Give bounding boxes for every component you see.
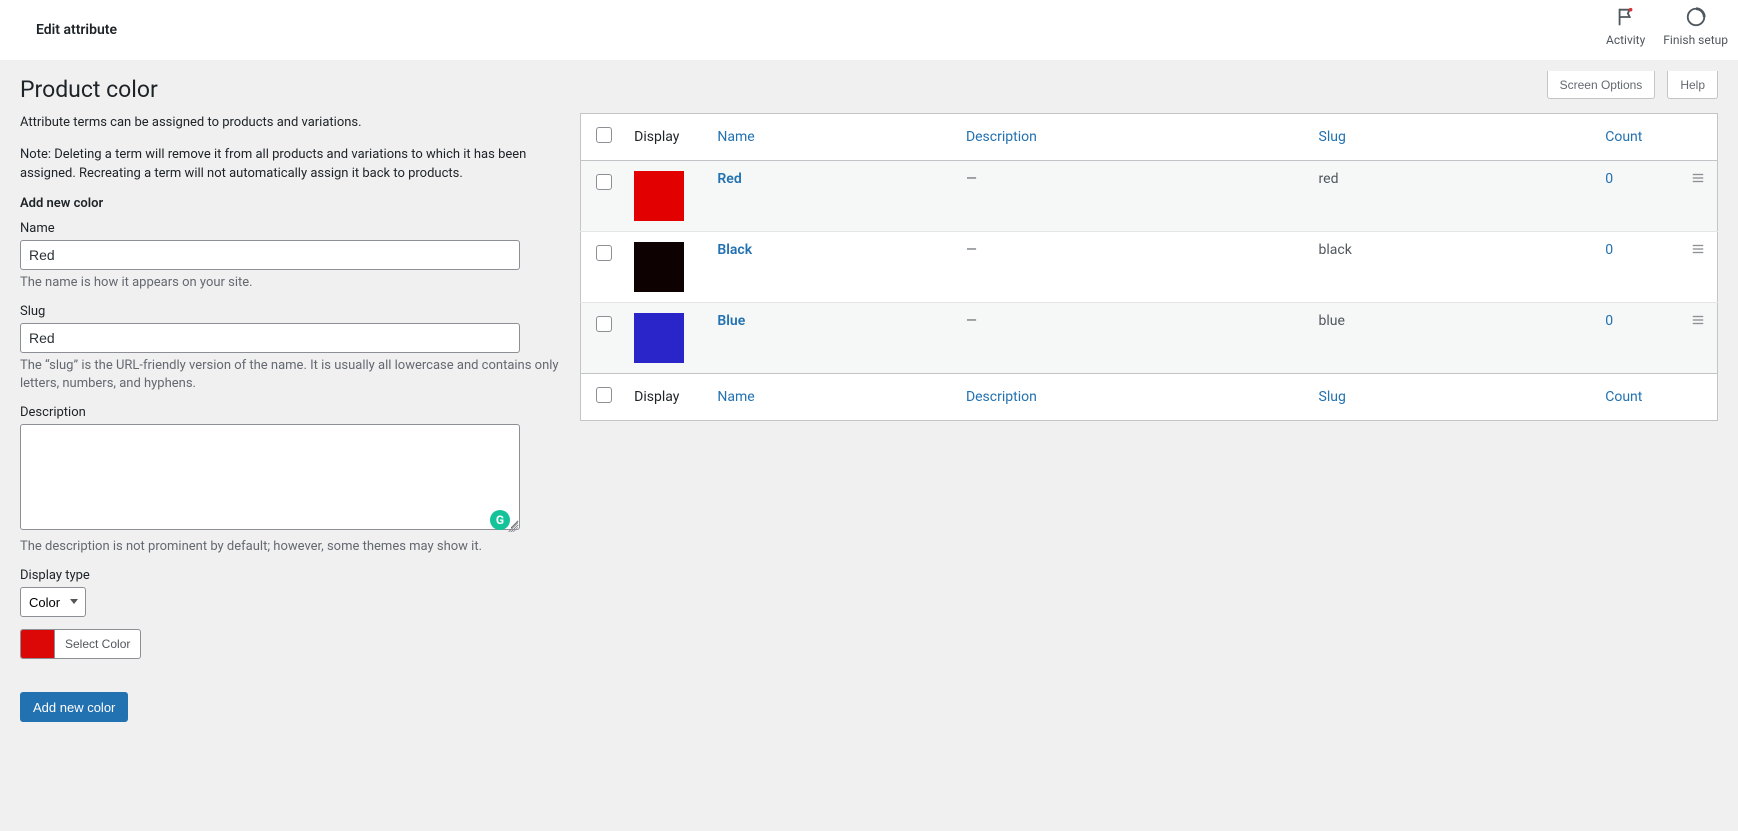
display-type-select[interactable]: Color bbox=[20, 587, 86, 617]
term-description: — bbox=[958, 303, 1311, 374]
display-type-label: Display type bbox=[20, 568, 560, 583]
finish-setup-button[interactable]: Finish setup bbox=[1663, 6, 1728, 47]
clock-icon bbox=[1685, 6, 1707, 31]
screen-meta-links: Screen Options Help bbox=[1547, 71, 1718, 99]
top-actions: Activity Finish setup bbox=[1606, 0, 1728, 60]
term-description: — bbox=[958, 232, 1311, 303]
terms-table-column: Display Name Description Slug Count Red —… bbox=[580, 113, 1718, 421]
th-name[interactable]: Name bbox=[709, 114, 958, 161]
add-new-color-button[interactable]: Add new color bbox=[20, 692, 128, 722]
row-checkbox[interactable] bbox=[596, 316, 612, 332]
th-slug[interactable]: Slug bbox=[1311, 114, 1598, 161]
name-label: Name bbox=[20, 221, 560, 236]
tf-slug[interactable]: Slug bbox=[1311, 374, 1598, 421]
tf-display: Display bbox=[626, 374, 709, 421]
term-slug: blue bbox=[1311, 303, 1598, 374]
tf-count[interactable]: Count bbox=[1597, 374, 1678, 421]
activity-button[interactable]: Activity bbox=[1606, 6, 1645, 47]
color-swatch-icon bbox=[634, 171, 684, 221]
select-color-button[interactable]: Select Color bbox=[55, 630, 140, 658]
tf-name[interactable]: Name bbox=[709, 374, 958, 421]
table-row: Red —red 0 bbox=[581, 161, 1718, 232]
finish-setup-label: Finish setup bbox=[1663, 33, 1728, 47]
field-display-type: Display type Color bbox=[20, 568, 560, 617]
table-row: Black —black 0 bbox=[581, 232, 1718, 303]
flag-icon bbox=[1615, 6, 1637, 31]
term-slug: black bbox=[1311, 232, 1598, 303]
help-button[interactable]: Help bbox=[1667, 71, 1718, 99]
main-wrap: Screen Options Help Product color Attrib… bbox=[0, 76, 1738, 742]
row-checkbox[interactable] bbox=[596, 174, 612, 190]
term-count-link[interactable]: 0 bbox=[1605, 171, 1613, 187]
name-input[interactable] bbox=[20, 240, 520, 270]
term-name-link[interactable]: Red bbox=[717, 171, 741, 187]
tf-description[interactable]: Description bbox=[958, 374, 1311, 421]
page-title: Product color bbox=[20, 76, 1718, 103]
field-name: Name The name is how it appears on your … bbox=[20, 221, 560, 292]
color-swatch-icon bbox=[21, 630, 55, 658]
color-swatch-icon bbox=[634, 242, 684, 292]
form-column: Attribute terms can be assigned to produ… bbox=[20, 113, 560, 722]
color-picker[interactable]: Select Color bbox=[20, 629, 141, 659]
drag-handle-icon[interactable] bbox=[1691, 315, 1705, 331]
select-all-checkbox-bottom[interactable] bbox=[596, 387, 612, 403]
field-description: Description G The description is not pro… bbox=[20, 405, 560, 556]
description-help: The description is not prominent by defa… bbox=[20, 538, 560, 556]
terms-table: Display Name Description Slug Count Red —… bbox=[580, 113, 1718, 421]
th-description[interactable]: Description bbox=[958, 114, 1311, 161]
slug-label: Slug bbox=[20, 304, 560, 319]
description-textarea[interactable] bbox=[20, 424, 520, 530]
term-count-link[interactable]: 0 bbox=[1605, 242, 1613, 258]
name-help: The name is how it appears on your site. bbox=[20, 274, 560, 292]
drag-handle-icon[interactable] bbox=[1691, 244, 1705, 260]
row-checkbox[interactable] bbox=[596, 245, 612, 261]
field-slug: Slug The “slug” is the URL-friendly vers… bbox=[20, 304, 560, 393]
color-swatch-icon bbox=[634, 313, 684, 363]
admin-top-bar: Edit attribute Activity Finish setup bbox=[0, 0, 1738, 60]
term-name-link[interactable]: Blue bbox=[717, 313, 745, 329]
intro-note-2: Note: Deleting a term will remove it fro… bbox=[20, 145, 560, 184]
terms-tbody: Red —red 0 Black —black 0 Blue —blue 0 bbox=[581, 161, 1718, 374]
description-label: Description bbox=[20, 405, 560, 420]
term-count-link[interactable]: 0 bbox=[1605, 313, 1613, 329]
drag-handle-icon[interactable] bbox=[1691, 173, 1705, 189]
th-count[interactable]: Count bbox=[1597, 114, 1678, 161]
screen-options-button[interactable]: Screen Options bbox=[1547, 71, 1656, 99]
page-context-title: Edit attribute bbox=[36, 22, 117, 38]
field-color-picker: Select Color bbox=[20, 629, 560, 662]
intro-note-1: Attribute terms can be assigned to produ… bbox=[20, 113, 560, 133]
slug-input[interactable] bbox=[20, 323, 520, 353]
term-description: — bbox=[958, 161, 1311, 232]
form-section-title: Add new color bbox=[20, 196, 560, 211]
select-all-checkbox-top[interactable] bbox=[596, 127, 612, 143]
slug-help: The “slug” is the URL-friendly version o… bbox=[20, 357, 560, 393]
term-slug: red bbox=[1311, 161, 1598, 232]
table-row: Blue —blue 0 bbox=[581, 303, 1718, 374]
term-name-link[interactable]: Black bbox=[717, 242, 752, 258]
activity-label: Activity bbox=[1606, 33, 1645, 47]
th-display: Display bbox=[626, 114, 709, 161]
